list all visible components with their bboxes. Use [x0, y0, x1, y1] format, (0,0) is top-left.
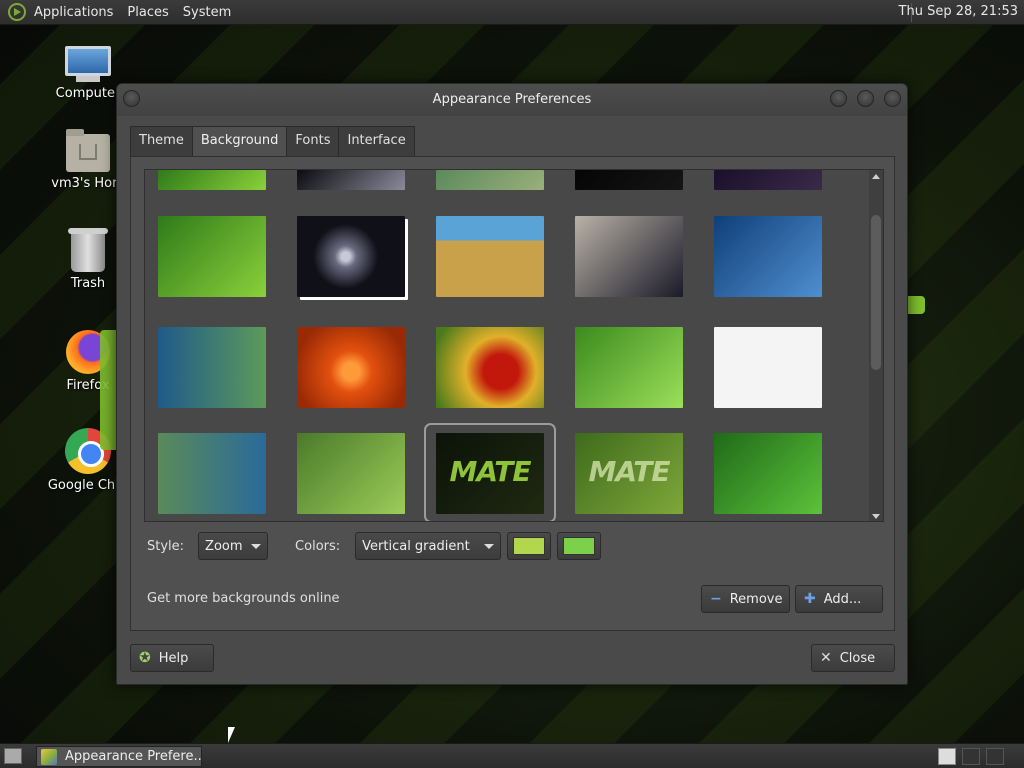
help-lifebuoy-icon: ✪ [139, 650, 151, 666]
window-content: Theme Background Fonts Interface MATE MAT… [130, 126, 895, 631]
window-close-button[interactable] [884, 90, 901, 107]
wallpaper-thumbnail[interactable] [714, 170, 822, 190]
mate-logo-icon[interactable] [8, 3, 26, 21]
window-titlebar[interactable]: Appearance Preferences [117, 84, 907, 116]
computer-icon [65, 46, 111, 82]
help-button-label: Help [158, 650, 189, 666]
mate-wordmark: MATE [588, 455, 670, 488]
scroll-down-arrow-icon[interactable] [872, 514, 880, 519]
primary-color-button[interactable] [507, 532, 552, 560]
wallpaper-thumbnail[interactable] [297, 327, 405, 408]
secondary-color-swatch [563, 537, 596, 555]
help-button[interactable]: ✪ Help [130, 644, 214, 672]
wallpaper-thumbnail[interactable] [436, 170, 544, 190]
workspace-1[interactable] [938, 748, 956, 765]
chevron-down-icon [251, 543, 262, 549]
wallpaper-thumbnail[interactable] [297, 216, 405, 297]
bottom-panel: Appearance Prefere... [0, 743, 1024, 768]
appearance-preferences-window: Appearance Preferences Theme Background … [116, 83, 908, 685]
wallpaper-thumbnail[interactable] [714, 327, 822, 408]
tab-background[interactable]: Background [191, 126, 288, 156]
workspace-3[interactable] [986, 748, 1004, 765]
taskbar-item-appearance[interactable]: Appearance Prefere... [36, 746, 202, 767]
tab-theme[interactable]: Theme [130, 126, 193, 156]
tab-interface[interactable]: Interface [338, 126, 415, 156]
wallpaper-thumbnail[interactable] [575, 170, 683, 190]
scroll-up-arrow-icon[interactable] [872, 174, 880, 179]
wallpaper-thumbnail[interactable] [158, 170, 266, 190]
wallpaper-thumbnail[interactable] [297, 170, 405, 190]
tab-bar: Theme Background Fonts Interface [130, 126, 895, 156]
top-panel: Applications Places System Thu Sep 28, 2… [0, 0, 1024, 25]
menu-places[interactable]: Places [127, 5, 177, 20]
taskbar-item-label: Appearance Prefere... [65, 749, 202, 764]
remove-button[interactable]: − Remove [701, 585, 790, 613]
wallpaper-thumbnail[interactable] [436, 327, 544, 408]
close-button-label: Close [839, 650, 876, 666]
close-icon: ✕ [820, 650, 832, 666]
gallery-actions: Get more backgrounds online − Remove ✚ A… [147, 585, 883, 613]
wallpaper-thumbnail[interactable] [714, 433, 822, 514]
chevron-down-icon [484, 543, 495, 549]
style-row: Style: Zoom Colors: Vertical gradient [147, 532, 602, 560]
trash-icon [68, 228, 108, 272]
close-button[interactable]: ✕ Close [811, 644, 895, 672]
window-title: Appearance Preferences [432, 92, 592, 107]
scrollbar-thumb[interactable] [871, 215, 881, 370]
tab-fonts[interactable]: Fonts [286, 126, 340, 156]
mouse-cursor-icon [228, 727, 235, 743]
colors-dropdown[interactable]: Vertical gradient [355, 532, 502, 560]
home-folder-icon [66, 129, 110, 172]
wallpaper-thumbnail[interactable] [158, 327, 266, 408]
primary-color-swatch [513, 537, 546, 555]
wallpaper-thumbnail[interactable] [297, 433, 405, 514]
remove-button-label: Remove [729, 591, 783, 607]
wallpaper-thumbnail[interactable] [436, 216, 544, 297]
plus-icon: ✚ [804, 591, 816, 607]
wallpaper-thumbnail[interactable] [714, 216, 822, 297]
secondary-color-button[interactable] [557, 532, 602, 560]
wallpaper-thumbnail[interactable] [575, 216, 683, 297]
show-desktop-icon[interactable] [4, 748, 22, 764]
minus-icon: − [710, 591, 722, 607]
colors-label: Colors: [295, 538, 341, 554]
add-button-label: Add... [823, 591, 862, 607]
style-dropdown-value: Zoom [205, 538, 243, 554]
background-window-edge [907, 296, 925, 314]
add-button[interactable]: ✚ Add... [795, 585, 883, 613]
style-dropdown[interactable]: Zoom [198, 532, 269, 560]
get-more-backgrounds-link[interactable]: Get more backgrounds online [147, 591, 340, 606]
wallpaper-thumbnail[interactable] [158, 433, 266, 514]
appearance-app-icon [41, 748, 57, 765]
gallery-scrollbar[interactable] [869, 170, 883, 521]
wallpaper-thumbnail[interactable]: MATE [575, 433, 683, 514]
workspace-2[interactable] [962, 748, 980, 765]
clock[interactable]: Thu Sep 28, 21:53 [899, 4, 1018, 19]
style-label: Style: [147, 538, 185, 554]
wallpaper-gallery[interactable]: MATE MATE [144, 169, 884, 522]
mate-wordmark: MATE [449, 455, 531, 488]
background-pane: MATE MATE Style: Zoom Colors: Vertical gr… [130, 156, 895, 631]
wallpaper-thumbnail[interactable] [158, 216, 266, 297]
maximize-button[interactable] [857, 90, 874, 107]
colors-dropdown-value: Vertical gradient [362, 538, 470, 554]
wallpaper-thumbnail[interactable] [575, 327, 683, 408]
wallpaper-thumbnail[interactable]: MATE [436, 433, 544, 514]
menu-applications[interactable]: Applications [34, 5, 122, 20]
minimize-button[interactable] [830, 90, 847, 107]
menu-system[interactable]: System [183, 5, 240, 20]
